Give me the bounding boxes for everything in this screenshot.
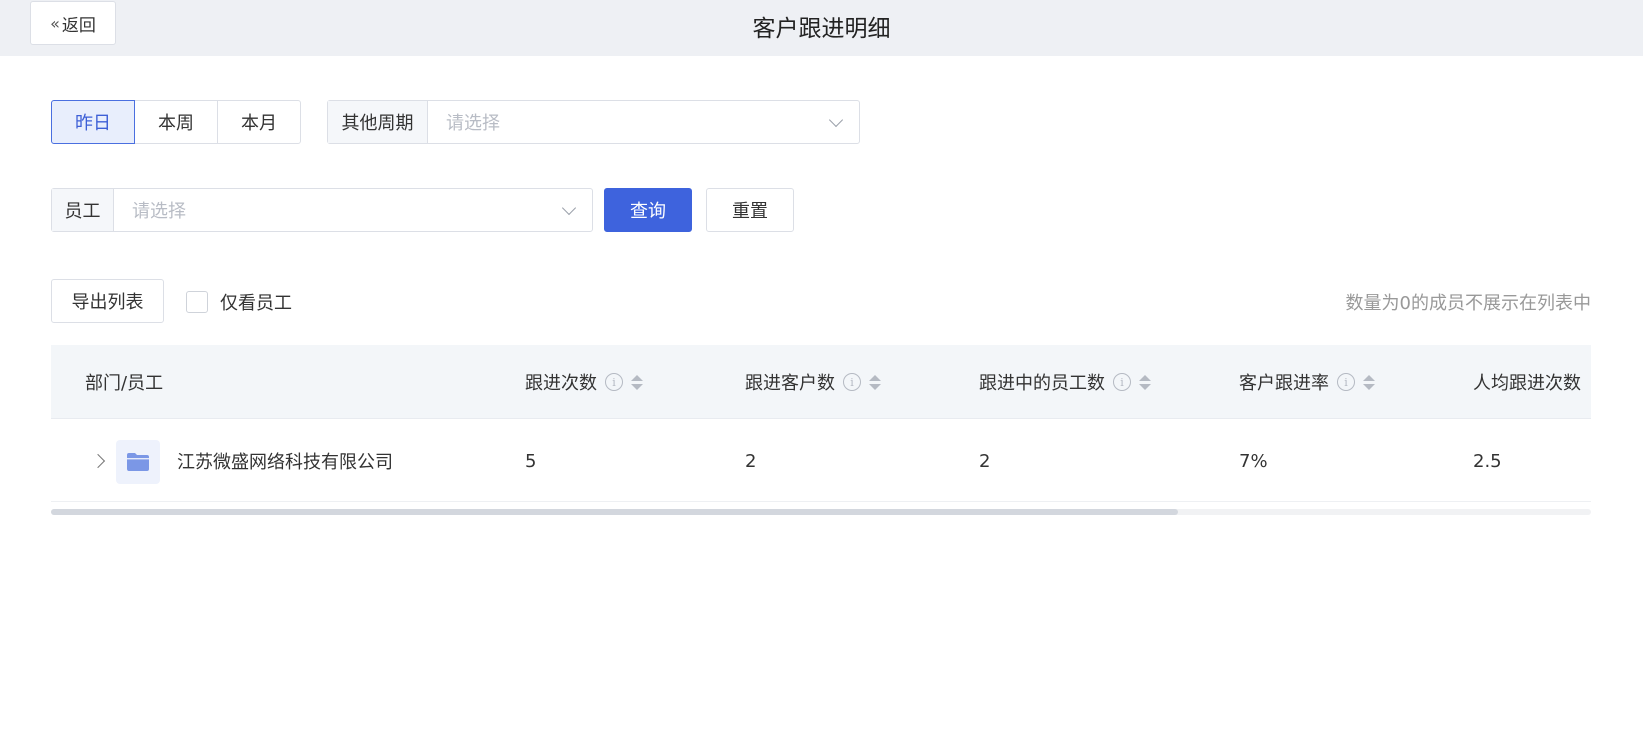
info-icon[interactable]: i: [605, 373, 623, 391]
row-follow-count: 5: [525, 450, 537, 472]
row-customer-count: 2: [745, 450, 757, 472]
table-row[interactable]: 江苏微盛网络科技有限公司 5 2 2 7% 2.5: [51, 420, 1591, 502]
employee-placeholder: 请选择: [132, 201, 186, 222]
column-label: 跟进客户数: [745, 373, 835, 394]
page-header: « 返回 客户跟进明细: [0, 0, 1643, 56]
employee-select[interactable]: 请选择: [114, 189, 592, 231]
row-name: 江苏微盛网络科技有限公司: [177, 452, 393, 473]
only-employee-checkbox[interactable]: [186, 291, 208, 313]
other-period-select[interactable]: 请选择: [428, 101, 859, 143]
sort-icon[interactable]: [869, 374, 881, 390]
sort-icon[interactable]: [1139, 374, 1151, 390]
chevron-right-icon: [90, 453, 106, 469]
row-follow-rate: 7%: [1239, 450, 1268, 472]
other-period-placeholder: 请选择: [446, 113, 500, 134]
export-list-button[interactable]: 导出列表: [51, 279, 164, 323]
column-label: 人均跟进次数: [1473, 373, 1581, 394]
period-this-week-button[interactable]: 本周: [134, 100, 218, 144]
row-employee-count: 2: [979, 450, 991, 472]
column-label: 跟进中的员工数: [979, 373, 1105, 394]
row-avg-follow: 2.5: [1473, 450, 1502, 472]
column-customer-count[interactable]: 跟进客户数 i: [745, 345, 881, 419]
employee-label: 员工: [52, 189, 114, 231]
only-employee-label: 仅看员工: [220, 293, 292, 314]
period-this-month-button[interactable]: 本月: [217, 100, 301, 144]
column-department-employee: 部门/员工: [85, 345, 163, 419]
other-period-label: 其他周期: [328, 101, 428, 143]
column-follow-rate[interactable]: 客户跟进率 i: [1239, 345, 1375, 419]
column-label: 跟进次数: [525, 373, 597, 394]
sort-icon[interactable]: [1363, 374, 1375, 390]
employee-group: 员工 请选择: [51, 188, 593, 232]
info-icon[interactable]: i: [1337, 373, 1355, 391]
period-segmented-control: 昨日 本周 本月: [51, 100, 301, 144]
column-employee-count[interactable]: 跟进中的员工数 i: [979, 345, 1151, 419]
only-employee-toggle[interactable]: 仅看员工: [186, 289, 292, 315]
column-avg-follow[interactable]: 人均跟进次数: [1473, 345, 1581, 419]
follow-up-table: 部门/员工 跟进次数 i 跟进客户数 i 跟进中的员工数 i 客户跟进率 i 人…: [51, 345, 1591, 517]
chevron-down-icon: [561, 200, 577, 215]
zero-count-hint: 数量为0的成员不展示在列表中: [1345, 293, 1591, 314]
scrollbar-thumb[interactable]: [51, 509, 1178, 515]
column-label: 客户跟进率: [1239, 373, 1329, 394]
table-header: 部门/员工 跟进次数 i 跟进客户数 i 跟进中的员工数 i 客户跟进率 i 人…: [51, 345, 1591, 419]
other-period-group: 其他周期 请选择: [327, 100, 860, 144]
chevron-down-icon: [828, 112, 844, 127]
column-follow-count[interactable]: 跟进次数 i: [525, 345, 643, 419]
info-icon[interactable]: i: [843, 373, 861, 391]
reset-button[interactable]: 重置: [706, 188, 794, 232]
folder-icon: [116, 440, 160, 484]
sort-icon[interactable]: [631, 374, 643, 390]
period-yesterday-button[interactable]: 昨日: [51, 100, 135, 144]
expand-row-icon[interactable]: [90, 420, 106, 502]
info-icon[interactable]: i: [1113, 373, 1131, 391]
folder-icon-svg: [127, 453, 149, 471]
column-label: 部门/员工: [85, 373, 164, 394]
horizontal-scrollbar[interactable]: [51, 509, 1591, 515]
query-button[interactable]: 查询: [604, 188, 692, 232]
page-title: 客户跟进明细: [752, 16, 891, 42]
